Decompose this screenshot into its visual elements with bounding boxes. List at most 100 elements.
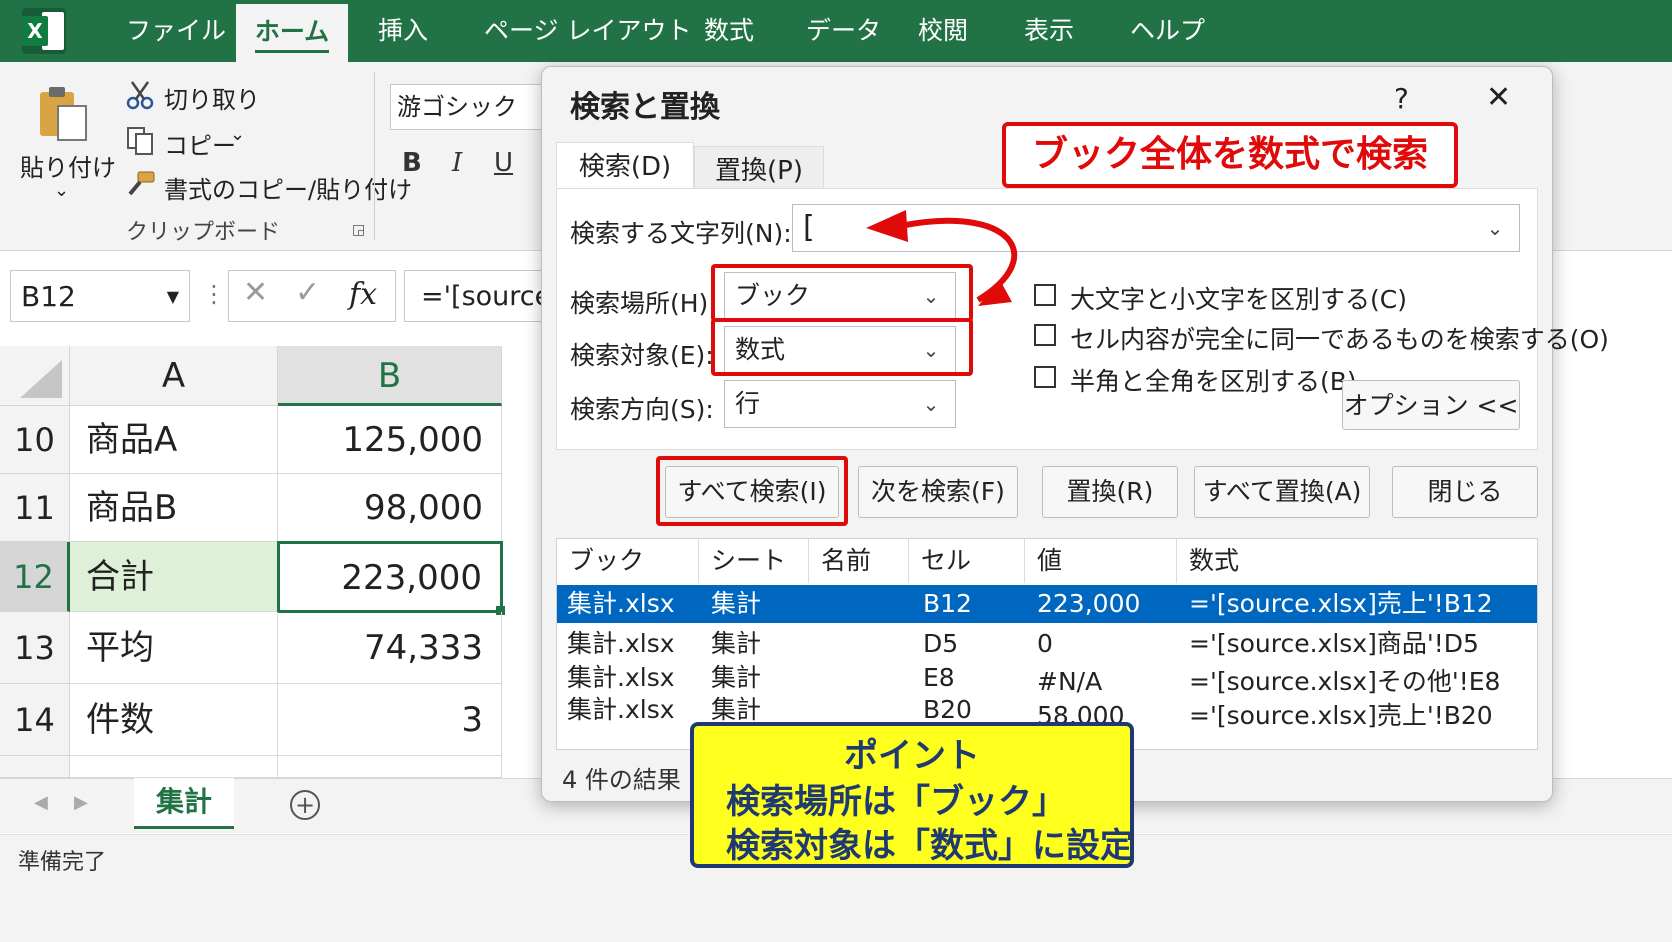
- tab-home[interactable]: ホーム: [236, 4, 348, 62]
- result-formula: ='[source.xlsx]商品'!D5: [1189, 629, 1479, 658]
- match-case-checkbox[interactable]: [1034, 284, 1056, 306]
- dialog-launcher-icon[interactable]: ◲: [352, 222, 365, 238]
- results-header-sheet[interactable]: シート: [699, 539, 809, 583]
- highlight-find-all: [656, 456, 848, 526]
- match-width-checkbox[interactable]: [1034, 366, 1056, 388]
- find-what-label: 検索する文字列(N):: [570, 219, 792, 248]
- row-header[interactable]: 13: [0, 612, 70, 684]
- sheet-tab-active[interactable]: 集計: [134, 778, 234, 829]
- tab-data[interactable]: データ: [784, 0, 903, 62]
- scroll-right-icon[interactable]: ▶: [74, 792, 88, 813]
- headline-callout: ブック全体を数式で検索: [1002, 122, 1458, 188]
- search-direction-dropdown-icon[interactable]: ⌄: [915, 381, 947, 427]
- search-direction-select[interactable]: 行 ⌄: [724, 380, 956, 428]
- point-callout: ポイント 検索場所は「ブック」 検索対象は「数式」に設定: [690, 722, 1134, 868]
- active-cell-b12[interactable]: 223,000: [277, 541, 503, 613]
- cell-b14[interactable]: 3: [278, 684, 502, 756]
- results-header-book[interactable]: ブック: [557, 539, 699, 583]
- callout-arrows: [866, 210, 1018, 306]
- formula-input[interactable]: ='[source.xlsx]売上'!B12: [404, 270, 564, 322]
- row-header[interactable]: 11: [0, 474, 70, 542]
- tab-file[interactable]: ファイル: [104, 0, 248, 62]
- select-all-corner[interactable]: [0, 346, 70, 406]
- cut-button[interactable]: 切り取り: [164, 80, 260, 115]
- name-box-value: B12: [21, 280, 76, 313]
- paste-label[interactable]: 貼り付け: [20, 148, 116, 183]
- column-header-a[interactable]: A: [70, 346, 278, 406]
- result-sheet: 集計: [711, 589, 762, 618]
- cell-b13[interactable]: 74,333: [278, 612, 502, 684]
- close-button[interactable]: 閉じる: [1392, 466, 1538, 518]
- cell-a10[interactable]: 商品A: [70, 406, 278, 474]
- match-case-label: 大文字と小文字を区別する(C): [1070, 285, 1407, 314]
- cell-a11[interactable]: 商品B: [70, 474, 278, 542]
- result-formula: ='[source.xlsx]売上'!B12: [1189, 589, 1493, 618]
- scissors-icon: [126, 81, 154, 110]
- tab-view[interactable]: 表示: [1002, 0, 1096, 62]
- row-header[interactable]: 14: [0, 684, 70, 756]
- result-book: 集計.xlsx: [567, 695, 675, 724]
- results-header-value[interactable]: 値: [1025, 539, 1177, 583]
- cell-a13[interactable]: 平均: [70, 612, 278, 684]
- result-value: 0: [1037, 629, 1053, 658]
- row-header-selected[interactable]: 12: [0, 542, 70, 612]
- results-list[interactable]: ブック シート 名前 セル 値 数式 集計.xlsx 集計 B12 223,00…: [556, 538, 1538, 750]
- copy-icon: [127, 127, 153, 155]
- result-row[interactable]: 集計.xlsx 集計 D5 0 ='[source.xlsx]商品'!D5: [557, 625, 1537, 663]
- point-callout-line1: 検索場所は「ブック」: [726, 782, 1066, 822]
- result-cell: D5: [923, 629, 959, 658]
- add-sheet-icon[interactable]: +: [290, 790, 320, 820]
- tab-help[interactable]: ヘルプ: [1108, 0, 1227, 62]
- replace-button[interactable]: 置換(R): [1042, 466, 1178, 518]
- scroll-left-icon[interactable]: ◀: [34, 792, 48, 813]
- cell-a12[interactable]: 合計: [70, 542, 278, 612]
- results-header-cell[interactable]: セル: [909, 539, 1025, 583]
- highlight-look-in: [711, 318, 973, 376]
- insert-function-icon[interactable]: fx: [349, 277, 377, 312]
- find-what-value: [: [803, 210, 815, 245]
- select-all-triangle-icon: [20, 360, 62, 398]
- tab-formulas[interactable]: 数式: [682, 0, 776, 62]
- paste-dropdown-icon[interactable]: ⌄: [54, 180, 69, 201]
- cell-a14[interactable]: 件数: [70, 684, 278, 756]
- formula-controls: ✕ ✓ fx: [228, 270, 396, 322]
- result-row-selected[interactable]: 集計.xlsx 集計 B12 223,000 ='[source.xlsx]売上…: [557, 585, 1537, 623]
- row-header[interactable]: [0, 756, 70, 778]
- bold-button[interactable]: B: [402, 148, 422, 178]
- cell-b10[interactable]: 125,000: [278, 406, 502, 474]
- cell[interactable]: [278, 756, 502, 778]
- match-entire-cell-checkbox[interactable]: [1034, 324, 1056, 346]
- find-history-dropdown-icon[interactable]: ⌄: [1479, 205, 1511, 251]
- tab-find[interactable]: 検索(D): [556, 142, 694, 192]
- options-button[interactable]: オプション <<: [1342, 380, 1520, 430]
- help-icon[interactable]: ?: [1394, 82, 1409, 115]
- point-callout-title: ポイント: [844, 736, 980, 776]
- enter-check-icon[interactable]: ✓: [295, 275, 320, 310]
- match-width-label: 半角と全角を区別する(B): [1070, 367, 1357, 396]
- search-direction-label: 検索方向(S):: [570, 395, 714, 424]
- copy-dropdown-icon[interactable]: ⌄: [230, 124, 245, 145]
- underline-button[interactable]: U: [494, 148, 513, 178]
- cancel-icon[interactable]: ✕: [243, 275, 268, 310]
- italic-button[interactable]: I: [452, 148, 462, 178]
- results-header-name[interactable]: 名前: [809, 539, 909, 583]
- copy-button[interactable]: コピー: [164, 126, 236, 161]
- cell[interactable]: [70, 756, 278, 778]
- name-box[interactable]: B12 ▼: [10, 270, 190, 322]
- replace-all-button[interactable]: すべて置換(A): [1194, 466, 1370, 518]
- tab-replace[interactable]: 置換(P): [694, 146, 824, 194]
- find-next-button[interactable]: 次を検索(F): [858, 466, 1018, 518]
- tab-page-layout[interactable]: ページ レイアウト: [462, 0, 713, 62]
- font-name-box[interactable]: 游ゴシック: [390, 84, 558, 130]
- paste-icon[interactable]: [36, 84, 90, 144]
- tab-insert[interactable]: 挿入: [356, 0, 450, 62]
- dialog-title: 検索と置換: [570, 90, 720, 125]
- tab-review[interactable]: 校閲: [896, 0, 990, 62]
- row-header[interactable]: 10: [0, 406, 70, 474]
- result-formula: ='[source.xlsx]売上'!B20: [1189, 701, 1493, 730]
- name-box-dropdown-icon[interactable]: ▼: [167, 271, 179, 323]
- column-header-b[interactable]: B: [278, 346, 502, 406]
- close-icon[interactable]: ✕: [1486, 80, 1511, 115]
- results-header-formula[interactable]: 数式: [1177, 539, 1537, 583]
- cell-b11[interactable]: 98,000: [278, 474, 502, 542]
